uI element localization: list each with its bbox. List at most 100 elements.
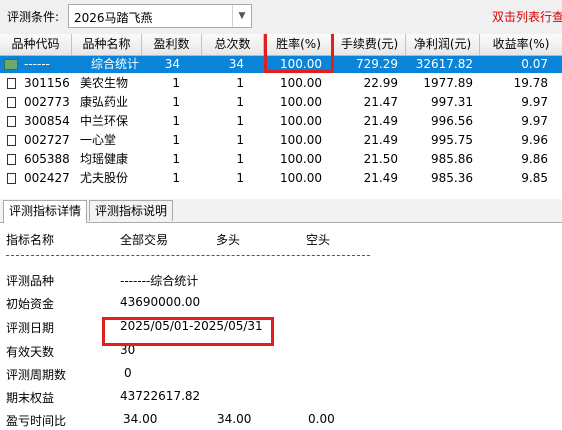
cell-win-rate: 100.00: [280, 76, 322, 90]
detail-value-long: 34.00: [217, 412, 252, 426]
col-return-rate[interactable]: 收益率(%): [480, 34, 562, 55]
cell-net-profit: 985.86: [431, 152, 473, 166]
cell-return-rate: 9.97: [521, 95, 548, 109]
cell-name: 综合统计: [90, 57, 139, 71]
detail-value-all: 34.00: [123, 412, 158, 426]
col-fee[interactable]: 手续费(元): [334, 34, 406, 55]
cell-fee: 21.50: [363, 152, 398, 166]
cell-profit-count: 1: [172, 152, 180, 166]
cell-win-rate: 100.00: [280, 133, 322, 147]
document-icon: [7, 135, 16, 146]
tab-indicator-details[interactable]: 评测指标详情: [3, 200, 88, 223]
cell-win-rate: 100.00: [280, 114, 322, 128]
cell-fee: 21.49: [363, 171, 398, 185]
summary-table-icon: [4, 59, 18, 70]
date-highlight: [102, 317, 274, 346]
detail-label: 评测周期数: [6, 368, 67, 382]
cell-fee: 21.49: [363, 114, 398, 128]
cell-code: 605388: [24, 152, 70, 166]
document-icon: [7, 78, 16, 89]
document-icon: [7, 97, 16, 108]
detail-panel: 指标名称 全部交易 多头 空头 评测品种 -------综合统计初始资金 43690…: [0, 223, 562, 430]
cell-return-rate: 19.78: [513, 76, 548, 90]
detail-value-all: -------综合统计: [120, 274, 199, 288]
cell-name: 一心堂: [80, 133, 117, 147]
cell-net-profit: 985.36: [431, 171, 473, 185]
table-row[interactable]: 002427 尤夫股份 1 1 100.00 21.49 985.36 9.85: [0, 170, 562, 187]
cell-total-count: 1: [236, 114, 244, 128]
document-icon: [7, 154, 16, 165]
cell-profit-count: 1: [172, 76, 180, 90]
table-row[interactable]: 002727 一心堂 1 1 100.00 21.49 995.75 9.96: [0, 132, 562, 149]
cell-code: 002727: [24, 133, 70, 147]
cell-return-rate: 9.86: [521, 152, 548, 166]
detail-label: 期末权益: [6, 391, 55, 405]
cell-code: ------: [24, 57, 50, 71]
table-row[interactable]: 605388 均瑶健康 1 1 100.00 21.50 985.86 9.86: [0, 151, 562, 168]
col-profit-count[interactable]: 盈利数: [142, 34, 202, 55]
col-total-count[interactable]: 总次数: [202, 34, 264, 55]
cell-name: 中兰环保: [80, 114, 129, 128]
detail-value-all: 43722617.82: [120, 389, 201, 403]
tab-indicator-description[interactable]: 评测指标说明: [89, 200, 174, 221]
cell-fee: 729.29: [356, 57, 398, 71]
cell-fee: 22.99: [363, 76, 398, 90]
detail-value-all: 0: [124, 366, 132, 380]
table-row[interactable]: 002773 康弘药业 1 1 100.00 21.47 997.31 9.97: [0, 94, 562, 111]
cell-code: 300854: [24, 114, 70, 128]
detail-header-long: 多头: [216, 233, 241, 247]
detail-header-all: 全部交易: [120, 233, 169, 247]
cell-return-rate: 0.07: [521, 57, 548, 71]
cell-profit-count: 1: [172, 133, 180, 147]
col-name[interactable]: 品种名称: [72, 34, 142, 55]
cell-return-rate: 9.85: [521, 171, 548, 185]
table-row[interactable]: 300854 中兰环保 1 1 100.00 21.49 996.56 9.97: [0, 113, 562, 130]
col-code[interactable]: 品种代码: [0, 34, 72, 55]
cell-total-count: 1: [236, 171, 244, 185]
detail-label: 有效天数: [6, 345, 55, 359]
cell-profit-count: 1: [172, 171, 180, 185]
detail-divider: [6, 255, 370, 256]
cell-total-count: 1: [236, 133, 244, 147]
cell-code: 002773: [24, 95, 70, 109]
condition-select-value: 2026马踏飞燕: [74, 11, 153, 25]
cell-net-profit: 995.75: [431, 133, 473, 147]
cell-total-count: 34: [228, 57, 244, 71]
cell-win-rate: 100.00: [280, 95, 322, 109]
hint-text: 双击列表行查: [492, 10, 562, 24]
detail-value-all: 43690000.00: [120, 295, 201, 309]
cell-return-rate: 9.97: [521, 114, 548, 128]
detail-tabbar: 评测指标详情 评测指标说明: [0, 199, 562, 223]
cell-win-rate: 100.00: [280, 171, 322, 185]
cell-net-profit: 32617.82: [415, 57, 473, 71]
detail-value-short: 0.00: [308, 412, 335, 426]
cell-total-count: 1: [236, 76, 244, 90]
cell-name: 尤夫股份: [80, 171, 129, 185]
cell-profit-count: 34: [164, 57, 180, 71]
detail-header-short: 空头: [306, 233, 331, 247]
cell-total-count: 1: [236, 95, 244, 109]
cell-name: 均瑶健康: [80, 152, 129, 166]
cell-fee: 21.47: [363, 95, 398, 109]
cell-code: 002427: [24, 171, 70, 185]
detail-label: 初始资金: [6, 297, 55, 311]
col-net-profit[interactable]: 净利润(元): [406, 34, 480, 55]
document-icon: [7, 116, 16, 127]
win-rate-highlight: [264, 34, 334, 73]
detail-label: 评测品种: [6, 274, 55, 288]
cell-code: 301156: [24, 76, 70, 90]
condition-toolbar: 评测条件: 2026马踏飞燕 ▼ 双击列表行查: [0, 0, 562, 34]
dropdown-arrow-icon[interactable]: ▼: [232, 5, 251, 27]
detail-header-name: 指标名称: [6, 233, 55, 247]
cell-name: 美农生物: [80, 76, 129, 90]
condition-select[interactable]: 2026马踏飞燕 ▼: [68, 4, 252, 28]
detail-label: 评测日期: [6, 321, 55, 335]
cell-profit-count: 1: [172, 114, 180, 128]
cell-name: 康弘药业: [80, 95, 129, 109]
cell-win-rate: 100.00: [280, 152, 322, 166]
cell-profit-count: 1: [172, 95, 180, 109]
cell-net-profit: 1977.89: [423, 76, 473, 90]
cell-fee: 21.49: [363, 133, 398, 147]
table-row[interactable]: 301156 美农生物 1 1 100.00 22.99 1977.89 19.78: [0, 75, 562, 92]
cell-return-rate: 9.96: [521, 133, 548, 147]
